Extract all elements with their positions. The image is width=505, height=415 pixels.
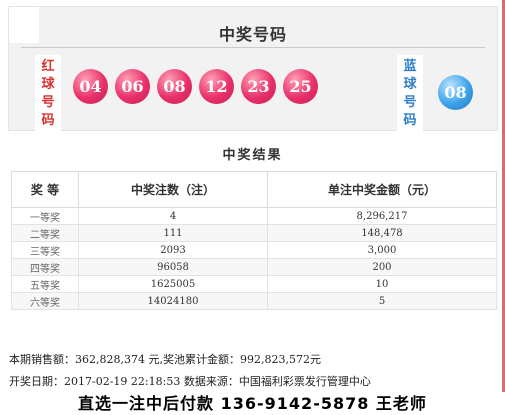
red-ball: 06	[115, 69, 150, 104]
winning-numbers-panel: 中奖号码 红 球 号 码 04 06 08 12 23 25 蓝 球 号 码 0…	[8, 6, 498, 131]
red-ball: 23	[241, 69, 276, 104]
winning-numbers-title: 中奖号码	[218, 25, 287, 44]
prize-amount: 10	[267, 275, 497, 293]
prize-amount: 8,296,217	[267, 207, 497, 225]
red-ball: 12	[199, 69, 234, 104]
table-row: 三等奖 2093 3,000	[11, 241, 497, 259]
red-ball: 25	[283, 69, 318, 104]
winner-count: 2093	[78, 241, 268, 259]
blue-ball-label: 蓝 球 号 码	[397, 55, 423, 131]
prize-level: 二等奖	[11, 224, 79, 242]
draw-date-label: 开奖日期：	[9, 375, 64, 388]
red-balls-row: 04 06 08 12 23 25	[73, 69, 318, 113]
pool-value: 992,823,572元	[239, 353, 321, 366]
winner-count: 111	[78, 224, 268, 242]
red-ball: 08	[157, 69, 192, 104]
advertisement-banner: 直选一注中后付款 136-9142-5878 王老师	[0, 392, 505, 415]
red-label-char: 球	[41, 76, 55, 92]
column-header-level: 奖 等	[11, 171, 79, 208]
source-label: 数据来源：	[180, 375, 239, 388]
winner-count: 1625005	[78, 275, 268, 293]
red-ball: 04	[73, 69, 108, 104]
sales-value: 362,828,374 元	[75, 353, 160, 366]
title-divider	[21, 47, 485, 48]
prize-results-title: 中奖结果	[222, 148, 283, 163]
prize-level: 四等奖	[11, 258, 79, 276]
winner-count: 96058	[78, 258, 268, 276]
table-row: 二等奖 111 148,478	[11, 224, 497, 242]
prize-level: 六等奖	[11, 292, 79, 310]
column-header-amount: 单注中奖金额（元）	[267, 171, 497, 208]
draw-date-value: 2017-02-19 22:18:53	[64, 375, 181, 388]
blue-label-char: 蓝	[403, 58, 417, 74]
winner-count: 4	[78, 207, 268, 225]
table-row: 四等奖 96058 200	[11, 258, 497, 276]
prize-amount: 3,000	[267, 241, 497, 259]
prize-amount: 5	[267, 292, 497, 310]
prize-level: 三等奖	[11, 241, 79, 259]
blue-ball: 08	[438, 75, 473, 110]
lottery-result-page: 中奖号码 红 球 号 码 04 06 08 12 23 25 蓝 球 号 码 0…	[0, 0, 505, 415]
draw-date-line: 开奖日期：2017-02-19 22:18:53 数据来源：中国福利彩票发行管理…	[9, 373, 371, 389]
prize-table: 奖 等 中奖注数（注） 单注中奖金额（元） 一等奖 4 8,296,217 二等…	[11, 171, 497, 310]
table-row: 五等奖 1625005 10	[11, 275, 497, 293]
column-header-count: 中奖注数（注）	[78, 171, 268, 208]
source-value: 中国福利彩票发行管理中心	[238, 375, 371, 388]
red-label-char: 红	[41, 58, 55, 74]
red-ball-label: 红 球 号 码	[35, 55, 61, 131]
blue-label-char: 码	[403, 112, 417, 128]
table-row: 六等奖 14024180 5	[11, 292, 497, 310]
prize-amount: 148,478	[267, 224, 497, 242]
prize-level: 一等奖	[11, 207, 79, 225]
prize-level: 五等奖	[11, 275, 79, 293]
winner-count: 14024180	[78, 292, 268, 310]
blue-label-char: 球	[403, 76, 417, 92]
pool-label: ,奖池累计金额：	[159, 353, 240, 366]
blue-label-char: 号	[403, 94, 417, 110]
red-label-char: 号	[41, 94, 55, 110]
sales-label: 本期销售额：	[9, 353, 75, 366]
table-header-row: 奖 等 中奖注数（注） 单注中奖金额（元）	[11, 171, 497, 208]
prize-amount: 200	[267, 258, 497, 276]
sales-info-line: 本期销售额：362,828,374 元,奖池累计金额：992,823,572元	[9, 351, 321, 367]
red-label-char: 码	[41, 112, 55, 128]
table-row: 一等奖 4 8,296,217	[11, 207, 497, 225]
